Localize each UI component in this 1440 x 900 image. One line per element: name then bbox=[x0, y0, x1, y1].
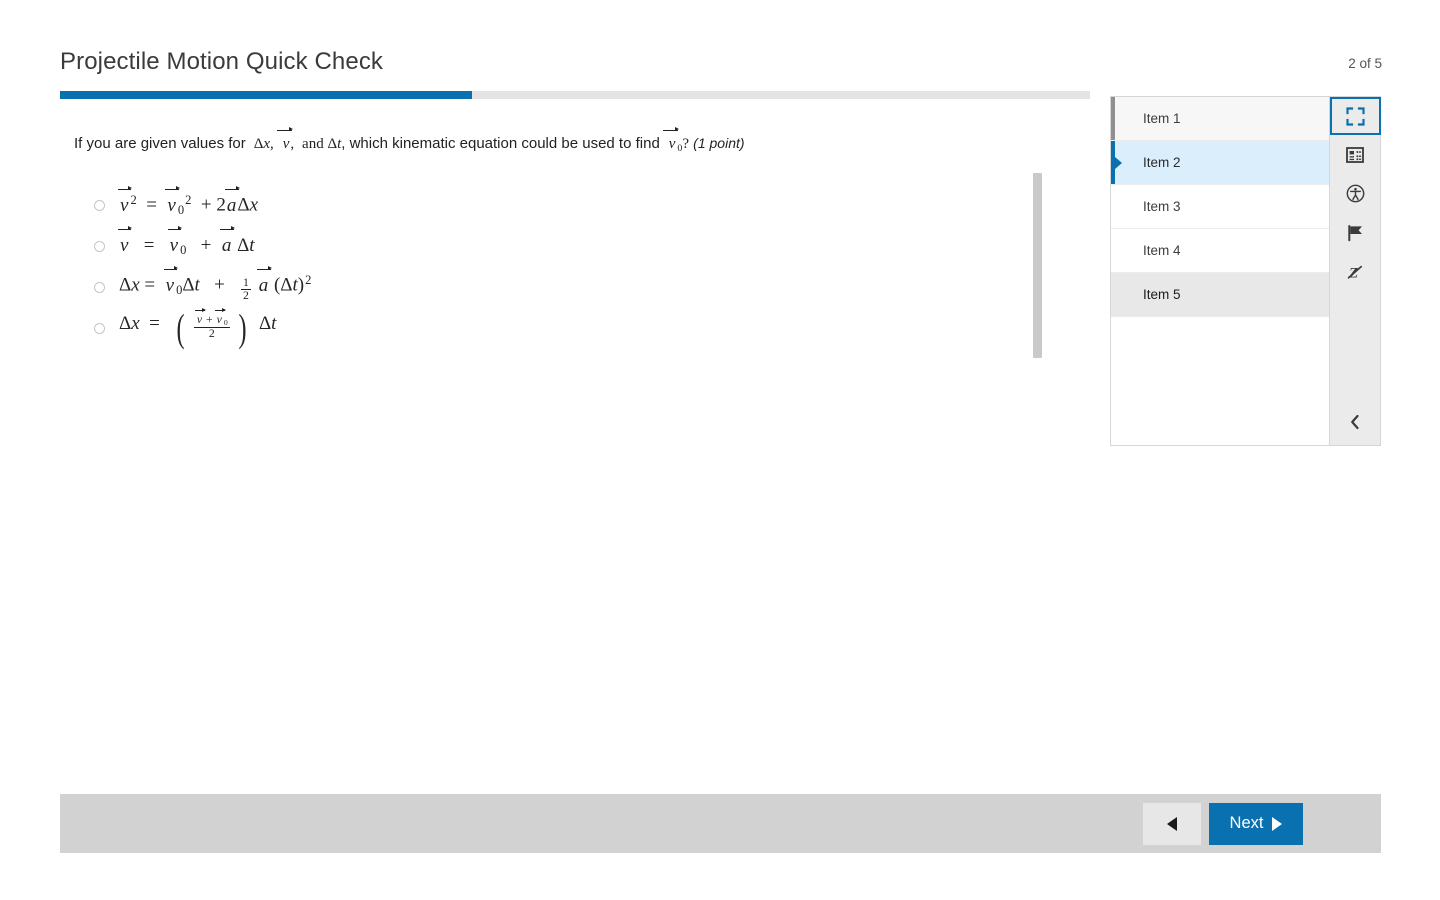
triangle-left-icon bbox=[1167, 816, 1177, 831]
progress-bar bbox=[60, 91, 1090, 99]
option-a[interactable]: v2 = v 02 + 2aΔx bbox=[94, 185, 994, 226]
option-d-label: Δx = ( v + v0 2 ) Δt bbox=[119, 306, 277, 350]
question-middle: , which kinematic equation could be used… bbox=[341, 135, 660, 152]
nav-item-4-indicator bbox=[1111, 229, 1115, 272]
item-counter: 2 of 5 bbox=[1348, 56, 1382, 71]
next-button-label: Next bbox=[1229, 814, 1264, 832]
nav-item-2-label: Item 2 bbox=[1143, 155, 1181, 170]
nav-item-5-indicator bbox=[1111, 273, 1115, 316]
answer-options: v2 = v 02 + 2aΔx v = v0 + a Δt Δx = v 0Δt … bbox=[94, 185, 994, 349]
question-comma: , bbox=[290, 136, 298, 152]
flag-icon bbox=[1346, 224, 1364, 242]
question-math-dx: Δx, bbox=[249, 136, 274, 152]
nav-item-3-indicator bbox=[1111, 185, 1115, 228]
question-text: If you are given values for Δx, v, and Δ… bbox=[74, 126, 1034, 155]
nav-item-1-label: Item 1 bbox=[1143, 111, 1181, 126]
nav-item-5-label: Item 5 bbox=[1143, 287, 1181, 302]
fullscreen-button[interactable] bbox=[1329, 97, 1381, 135]
nav-item-3-label: Item 3 bbox=[1143, 199, 1181, 214]
nav-item-4[interactable]: Item 4 bbox=[1111, 229, 1329, 273]
accessibility-icon bbox=[1346, 184, 1365, 203]
question-math-v: v bbox=[276, 126, 294, 154]
option-b-label: v = v0 + a Δt bbox=[117, 225, 255, 258]
option-a-label: v2 = v 02 + 2aΔx bbox=[117, 185, 259, 217]
calculator-icon bbox=[1346, 146, 1364, 163]
option-c[interactable]: Δx = v 0Δt + 12 a (Δt)2 bbox=[94, 265, 994, 308]
page-title: Projectile Motion Quick Check bbox=[60, 48, 384, 75]
option-b[interactable]: v = v0 + a Δt bbox=[94, 225, 994, 267]
triangle-right-icon bbox=[1272, 816, 1283, 831]
option-b-radio[interactable] bbox=[94, 241, 105, 252]
question-prefix: If you are given values for bbox=[74, 135, 246, 152]
calculator-button[interactable] bbox=[1330, 135, 1381, 174]
question-area: If you are given values for Δx, v, and Δ… bbox=[74, 126, 1034, 155]
nav-item-1[interactable]: Item 1 bbox=[1111, 97, 1329, 141]
fullscreen-icon bbox=[1345, 106, 1365, 126]
strikethrough-z-button[interactable]: Z bbox=[1330, 252, 1381, 291]
question-points: (1 point) bbox=[693, 135, 745, 151]
option-c-radio[interactable] bbox=[94, 282, 105, 293]
nav-item-1-indicator bbox=[1111, 97, 1115, 140]
option-c-label: Δx = v 0Δt + 12 a (Δt)2 bbox=[119, 265, 312, 302]
nav-item-2-indicator bbox=[1111, 141, 1115, 184]
option-a-radio[interactable] bbox=[94, 200, 105, 211]
strikethrough-z-icon: Z bbox=[1346, 263, 1364, 281]
option-d-radio[interactable] bbox=[94, 323, 105, 334]
chevron-left-icon bbox=[1349, 414, 1361, 435]
question-qmark: ? bbox=[682, 136, 689, 152]
flag-button[interactable] bbox=[1330, 213, 1381, 252]
nav-item-3[interactable]: Item 3 bbox=[1111, 185, 1329, 229]
content-scrollbar[interactable] bbox=[1033, 173, 1042, 358]
item-navigation-panel: Item 1 Item 2 Item 3 Item 4 Item 5 bbox=[1110, 96, 1330, 446]
option-d[interactable]: Δx = ( v + v0 2 ) Δt bbox=[94, 308, 994, 349]
question-math-v0: v bbox=[662, 126, 680, 154]
nav-item-4-label: Item 4 bbox=[1143, 243, 1181, 258]
nav-item-2[interactable]: Item 2 bbox=[1111, 141, 1329, 185]
next-button[interactable]: Next bbox=[1209, 802, 1303, 845]
previous-button[interactable] bbox=[1143, 802, 1201, 845]
bottom-navigation-bar: Next bbox=[60, 794, 1381, 853]
accessibility-button[interactable] bbox=[1330, 174, 1381, 213]
tool-rail: Z bbox=[1329, 96, 1381, 446]
question-math-and: and Δt bbox=[302, 136, 342, 152]
collapse-panel-button[interactable] bbox=[1330, 403, 1381, 445]
nav-item-5[interactable]: Item 5 bbox=[1111, 273, 1329, 317]
progress-bar-fill bbox=[60, 91, 472, 99]
